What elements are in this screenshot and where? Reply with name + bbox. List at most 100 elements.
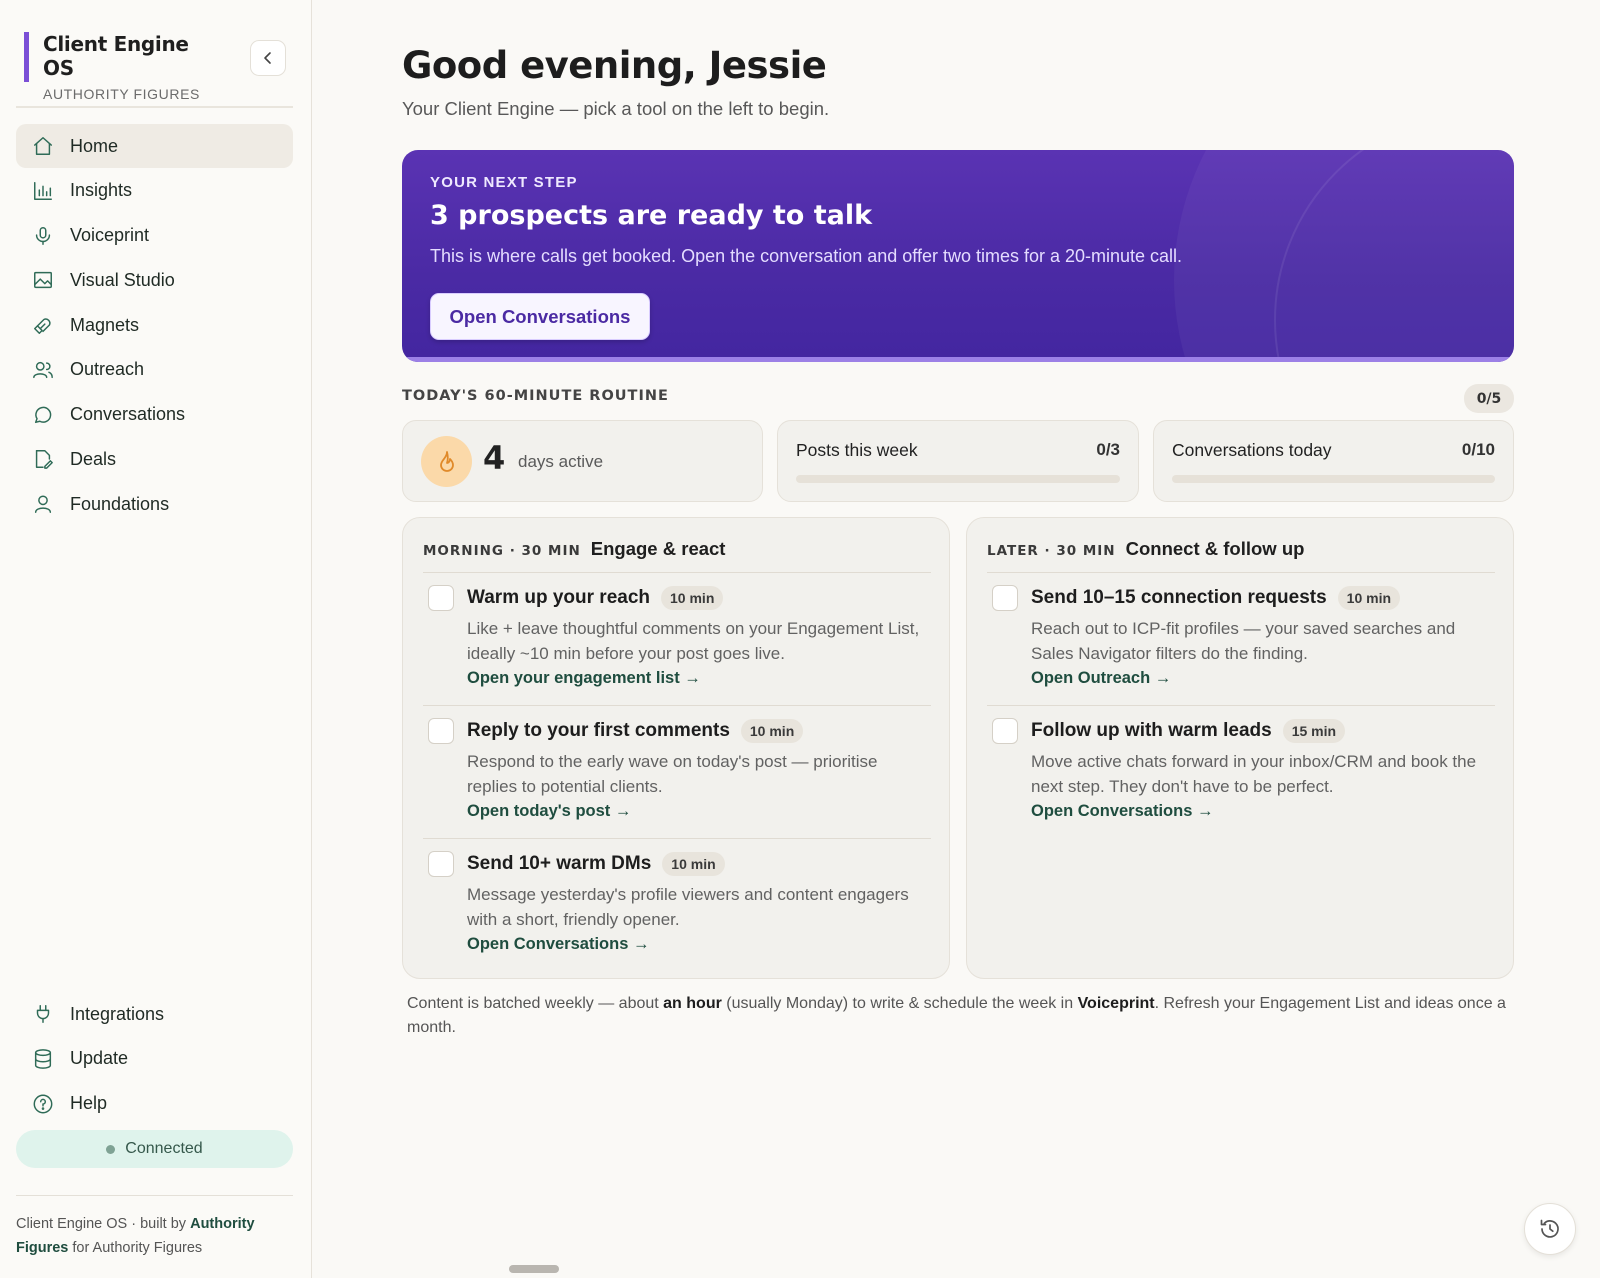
- task-duration-badge: 10 min: [662, 852, 725, 876]
- panel-header: LATER · 30 MIN Connect & follow up: [987, 538, 1304, 560]
- task-item: Send 10+ warm DMs 10 min Message yesterd…: [423, 839, 931, 972]
- brand-subtitle: AUTHORITY FIGURES: [43, 86, 200, 102]
- magnet-icon: [32, 314, 54, 336]
- task-header: Send 10–15 connection requests 10 min: [1031, 586, 1401, 610]
- note-emphasis: an hour: [663, 995, 722, 1012]
- sidebar-item-help[interactable]: Help: [16, 1082, 293, 1126]
- open-conversations-button[interactable]: Open Conversations: [430, 293, 650, 340]
- connection-status-badge: Connected: [16, 1130, 293, 1168]
- stat-title: Conversations today: [1172, 440, 1332, 460]
- posts-this-week-card: Posts this week 0/3: [777, 420, 1139, 502]
- task-item: Send 10–15 connection requests 10 min Re…: [987, 573, 1495, 706]
- sidebar-item-label: Magnets: [70, 314, 140, 335]
- sidebar-item-label: Integrations: [70, 1003, 165, 1024]
- tag-icon: [32, 448, 54, 470]
- progress-bar: [1172, 475, 1495, 483]
- task-title: Send 10+ warm DMs: [467, 853, 652, 874]
- sidebar-item-label: Help: [70, 1093, 108, 1113]
- sidebar-item-label: Visual Studio: [70, 269, 175, 290]
- brand: Client Engine OS AUTHORITY FIGURES: [24, 32, 224, 102]
- banner-body: This is where calls get booked. Open the…: [430, 246, 1183, 266]
- task-item: Follow up with warm leads 15 min Move ac…: [987, 706, 1495, 839]
- progress-bar: [796, 475, 1120, 483]
- task-link[interactable]: Open Conversations →: [467, 935, 649, 954]
- task-link[interactable]: Open today's post →: [467, 802, 631, 821]
- sidebar-item-deals[interactable]: Deals: [16, 437, 293, 481]
- sidebar: Client Engine OS AUTHORITY FIGURES Home …: [0, 0, 312, 1278]
- task-title: Follow up with warm leads: [1031, 720, 1272, 741]
- sidebar-item-update[interactable]: Update: [16, 1037, 293, 1081]
- task-header: Follow up with warm leads 15 min: [1031, 719, 1346, 743]
- collapse-sidebar-button[interactable]: [250, 40, 286, 76]
- task-checkbox[interactable]: [992, 585, 1018, 611]
- sidebar-nav: Home Insights Voiceprint Visual Studio M…: [16, 124, 293, 527]
- sidebar-item-label: Voiceprint: [70, 225, 150, 245]
- sidebar-item-foundations[interactable]: Foundations: [16, 482, 293, 526]
- batch-note: Content is batched weekly — about an hou…: [407, 992, 1507, 1040]
- flame-icon: [421, 436, 472, 487]
- task-duration-badge: 10 min: [661, 586, 724, 610]
- stat-value: 0/3: [1096, 440, 1120, 459]
- sidebar-item-conversations[interactable]: Conversations: [16, 393, 293, 437]
- task-checkbox[interactable]: [428, 585, 454, 611]
- task-title: Send 10–15 connection requests: [1031, 587, 1327, 608]
- chevron-left-icon: [264, 52, 271, 64]
- streak-label: days active: [518, 452, 604, 471]
- task-description: Reach out to ICP-fit profiles — your sav…: [1031, 619, 1456, 663]
- task-description: Move active chats forward in your inbox/…: [1031, 752, 1477, 796]
- panel-title: Connect & follow up: [1125, 538, 1305, 559]
- status-dot: [106, 1144, 116, 1154]
- note-text: (usually Monday) to write & schedule the…: [721, 995, 1078, 1012]
- sidebar-bottom-nav: Integrations Update Help: [16, 992, 293, 1126]
- panel-eyebrow: MORNING · 30 MIN: [423, 543, 581, 559]
- task-link[interactable]: Open your engagement list →: [467, 669, 701, 688]
- morning-routine-panel: MORNING · 30 MIN Engage & react Warm up …: [402, 517, 950, 979]
- connection-status-label: Connected: [125, 1140, 203, 1157]
- image-icon: [32, 269, 54, 291]
- sidebar-footer-divider: [16, 1195, 293, 1196]
- task-checkbox[interactable]: [428, 851, 454, 877]
- help-circle-icon: [32, 1093, 54, 1115]
- footer-prefix: Client Engine OS · built by: [16, 1216, 191, 1232]
- sidebar-item-voiceprint[interactable]: Voiceprint: [16, 214, 293, 258]
- footer-suffix: for Authority Figures: [68, 1240, 203, 1256]
- brand-title: Client Engine OS: [43, 32, 189, 80]
- conversations-today-card: Conversations today 0/10: [1153, 420, 1514, 502]
- task-list: Warm up your reach 10 min Like + leave t…: [423, 572, 931, 972]
- routine-heading: TODAY'S 60-MINUTE ROUTINE: [402, 388, 669, 404]
- next-step-banner: YOUR NEXT STEP 3 prospects are ready to …: [402, 150, 1514, 362]
- task-header: Reply to your first comments 10 min: [467, 719, 804, 743]
- chat-bubble-icon: [32, 404, 54, 426]
- task-checkbox[interactable]: [992, 718, 1018, 744]
- home-icon: [32, 135, 54, 157]
- task-duration-badge: 15 min: [1282, 719, 1346, 743]
- later-routine-panel: LATER · 30 MIN Connect & follow up Send …: [966, 517, 1514, 979]
- sidebar-item-home[interactable]: Home: [16, 124, 293, 168]
- history-icon: [1540, 1219, 1559, 1238]
- task-title: Reply to your first comments: [467, 720, 730, 741]
- bar-chart-icon: [32, 180, 54, 202]
- sidebar-item-magnets[interactable]: Magnets: [16, 303, 293, 347]
- task-description: Like + leave thoughtful comments on your…: [467, 619, 920, 663]
- sidebar-item-outreach[interactable]: Outreach: [16, 348, 293, 392]
- sidebar-item-visual-studio[interactable]: Visual Studio: [16, 258, 293, 302]
- stat-title: Posts this week: [796, 440, 918, 460]
- plug-icon: [32, 1003, 54, 1025]
- task-checkbox[interactable]: [428, 718, 454, 744]
- history-button[interactable]: [1524, 1203, 1576, 1255]
- scroll-handle[interactable]: [509, 1265, 559, 1273]
- sidebar-item-insights[interactable]: Insights: [16, 169, 293, 213]
- sidebar-item-label: Deals: [70, 448, 117, 469]
- task-link[interactable]: Open Outreach →: [1031, 669, 1171, 688]
- task-link[interactable]: Open Conversations →: [1031, 802, 1213, 821]
- sidebar-item-integrations[interactable]: Integrations: [16, 992, 293, 1036]
- task-item: Reply to your first comments 10 min Resp…: [423, 706, 931, 839]
- page-title: Good evening, Jessie: [402, 44, 827, 87]
- microphone-icon: [32, 225, 54, 247]
- database-icon: [32, 1048, 54, 1070]
- sidebar-item-label: Insights: [70, 180, 133, 201]
- task-list: Send 10–15 connection requests 10 min Re…: [987, 572, 1495, 839]
- sidebar-item-label: Foundations: [70, 493, 170, 514]
- sidebar-divider: [16, 106, 293, 108]
- sidebar-item-label: Outreach: [70, 359, 145, 380]
